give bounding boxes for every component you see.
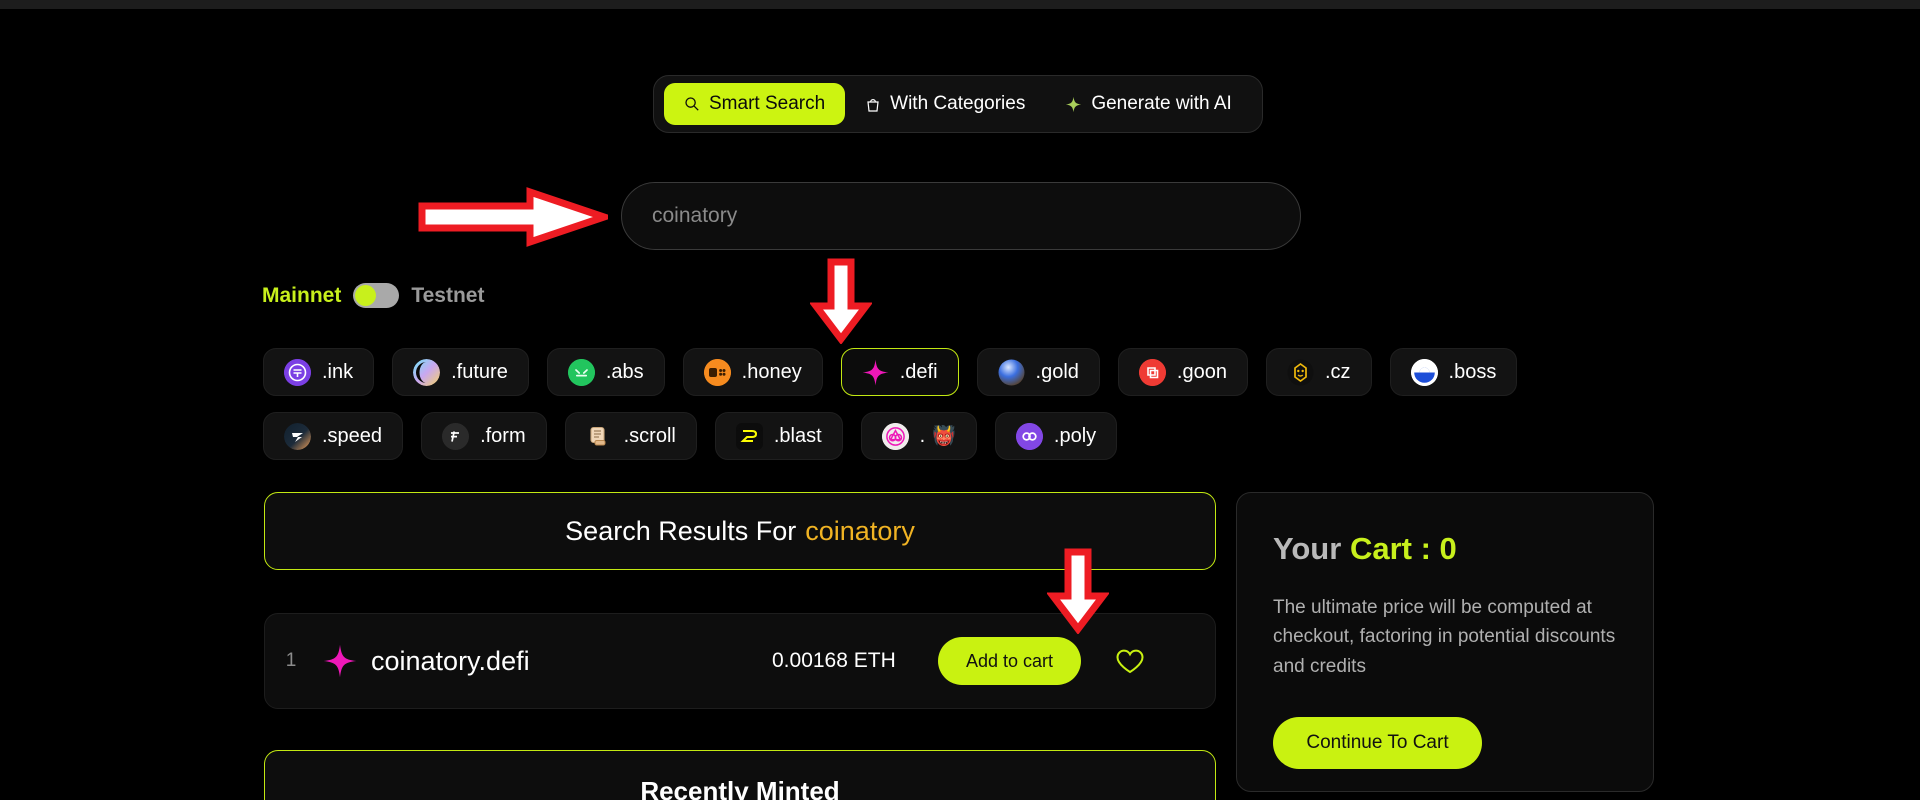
tld-chip-defi[interactable]: .defi [840,348,959,396]
cart-title-count: Cart : 0 [1349,531,1457,566]
devil-emoji-icon: 👹 [932,425,956,447]
bag-icon [865,96,881,113]
tld-chip-cz[interactable]: .cz [1265,348,1372,396]
honey-logo-icon [703,358,731,386]
search-mode-tabbar: Smart Search With Categories Generate wi… [653,75,1263,133]
cart-title-prefix: Your [1273,531,1342,566]
search-results-header: Search Results For coinatory [264,492,1216,570]
recently-minted-title: Recently Minted [640,776,840,800]
tld-chip-abs[interactable]: .abs [546,348,665,396]
tld-chip-future-label: .future [451,360,508,383]
tab-with-categories-label: With Categories [890,93,1026,114]
bnb-logo-icon [1287,359,1314,386]
blast-logo-icon [735,422,763,450]
tld-chip-poly[interactable]: .poly [994,412,1118,460]
tld-chip-speed-label: .speed [322,424,383,447]
tab-generate-with-ai-label: Generate with AI [1091,93,1232,114]
cart-note: The ultimate price will be computed at c… [1273,597,1616,677]
tld-chip-future[interactable]: .future [392,348,529,396]
tld-chip-honey[interactable]: .honey [682,348,823,396]
tld-chip-scroll[interactable]: .scroll [564,412,697,460]
tld-chip-goon-label: .goon [1176,360,1227,383]
tld-chip-form[interactable]: .form [421,412,547,460]
network-switch[interactable] [353,283,400,308]
result-index: 1 [285,650,297,671]
tld-chip-emoji[interactable]: . 👹 [860,412,977,460]
speed-logo-icon [284,422,311,450]
form-logo-icon [442,422,470,450]
poly-logo-icon [1015,422,1043,450]
tld-chip-abs-label: .abs [605,360,644,383]
add-to-cart-button[interactable]: Add to cart [938,637,1081,685]
network-toggle: Mainnet Testnet [262,283,484,308]
defi-sparkle-icon [862,359,889,386]
gold-sphere-icon [998,359,1025,386]
tld-chip-boss-label: .boss [1448,360,1497,383]
tld-chip-boss[interactable]: .boss [1389,348,1518,396]
arrow-to-defi-chip [810,258,872,344]
tab-generate-with-ai[interactable]: Generate with AI [1045,83,1251,125]
cart-title: Your Cart : 0 [1273,531,1617,567]
tab-with-categories[interactable]: With Categories [845,83,1045,125]
ink-logo-icon [284,358,311,386]
tld-chip-blast-label: .blast [773,424,822,447]
mainnet-label: Mainnet [262,283,342,307]
tld-chip-defi-label: .defi [899,360,938,383]
goon-logo-icon [1138,358,1166,386]
tld-chip-emoji-label: . [919,424,926,447]
defi-sparkle-icon [317,644,363,678]
result-domain-name: coinatory.defi [371,645,530,676]
tld-chip-form-label: .form [480,424,526,447]
cart-panel: Your Cart : 0 The ultimate price will be… [1236,492,1654,792]
tab-smart-search[interactable]: Smart Search [664,83,846,125]
search-results-header-prefix: Search Results For [565,515,797,546]
tld-chip-list: .ink .future .abs .honey .defi .gold .go… [263,348,1563,460]
abs-logo-icon [567,358,595,386]
network-switch-knob [355,285,377,306]
scroll-logo-icon [586,423,613,450]
continue-to-cart-button[interactable]: Continue To Cart [1273,717,1482,770]
result-price: 0.00168 ETH [772,649,896,672]
tld-chip-cz-label: .cz [1324,360,1351,383]
tld-chip-gold[interactable]: .gold [976,348,1100,396]
browser-chrome-strip [0,0,1920,9]
arrow-to-search-input [418,187,608,247]
search-field-wrapper [621,182,1301,250]
future-logo-icon [413,358,441,386]
boss-logo-icon [1410,358,1438,386]
tld-chip-scroll-label: .scroll [623,424,676,447]
search-input[interactable] [621,182,1301,250]
tld-chip-ink-label: .ink [322,360,354,383]
emoji-tld-icon [881,422,909,450]
search-results-header-query: coinatory [805,515,915,546]
tld-chip-blast[interactable]: .blast [714,412,843,460]
tld-chip-poly-label: .poly [1053,424,1097,447]
recently-minted-header: Recently Minted [264,750,1216,800]
tld-chip-ink[interactable]: .ink [263,348,375,396]
search-icon [684,96,700,112]
sparkle-icon [1065,96,1082,113]
tab-smart-search-label: Smart Search [709,93,826,114]
table-row[interactable]: 1 coinatory.defi 0.00168 ETH Add to cart [264,613,1216,709]
tld-chip-honey-label: .honey [741,360,802,383]
tld-chip-speed[interactable]: .speed [263,412,404,460]
tld-chip-gold-label: .gold [1035,360,1079,383]
tld-chip-goon[interactable]: .goon [1117,348,1248,396]
heart-icon[interactable] [1113,644,1147,678]
testnet-label: Testnet [411,283,485,307]
page-root: Smart Search With Categories Generate wi… [0,0,1920,800]
